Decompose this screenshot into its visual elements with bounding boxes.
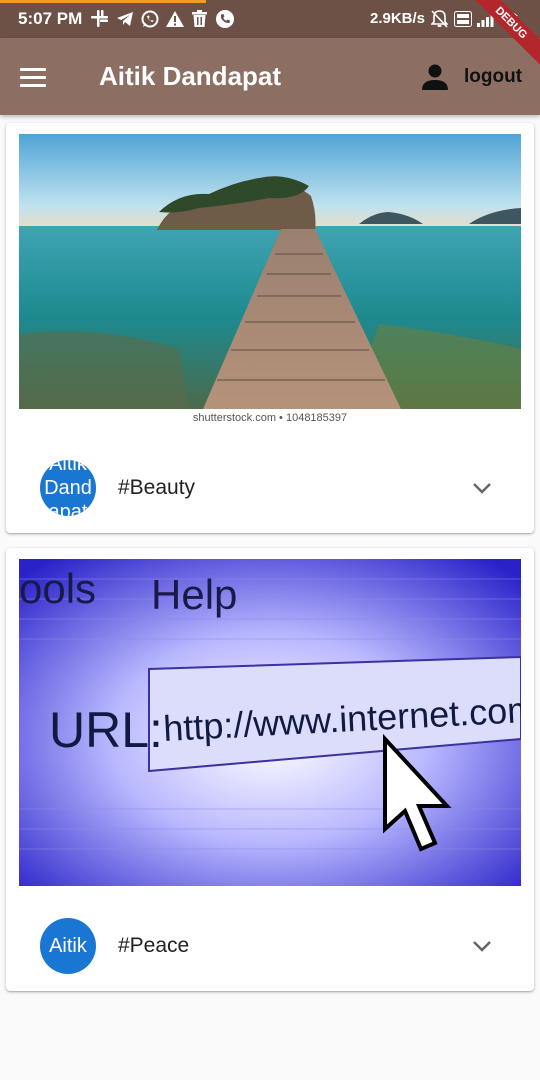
logout-button[interactable]: logout [420,60,522,94]
url-label-text: URL: [49,702,163,758]
status-bar: 5:07 PM 2.9KB/s [0,0,540,38]
post-photo [19,134,521,409]
app-bar: Aitik Dandapat logout [0,38,540,115]
network-speed: 2.9KB/s [370,10,426,27]
notification-icons [90,9,234,28]
post-footer: Aitik #Peace [6,916,534,976]
post-photo: ools Help URL: http://www.internet.com [19,559,521,886]
avatar[interactable]: Aitik Dandapat [40,460,96,516]
menu-icon [20,67,46,71]
app-title: Aitik Dandapat [99,61,282,91]
menu-tools-text: ools [19,565,96,612]
trash-icon [190,9,209,28]
post-hashtag: #Peace [118,934,190,957]
photo-caption: shutterstock.com • 1048185397 [192,412,348,424]
menu-button[interactable] [20,60,56,94]
slack-icon [90,9,109,28]
post-hashtag: #Beauty [118,476,196,499]
chevron-down-icon [473,941,491,952]
loading-progress [0,0,206,3]
menu-help-text: Help [151,571,237,618]
post-card: shutterstock.com • 1048185397 Aitik Dand… [6,123,534,533]
post-card: ools Help URL: http://www.internet.com A… [6,548,534,991]
chevron-down-icon [473,483,491,494]
bell-off-icon [430,9,449,28]
logout-label: logout [464,66,523,87]
warning-icon [165,9,184,28]
person-icon [422,64,448,90]
status-time: 5:07 PM [18,9,83,28]
post-footer: Aitik Dandapat #Beauty [6,458,534,518]
expand-button[interactable] [468,932,496,960]
whatsapp-icon [140,9,159,28]
telegram-icon [115,9,134,28]
phone-icon [215,9,234,28]
avatar[interactable]: Aitik [40,918,96,974]
expand-button[interactable] [468,474,496,502]
volte-icon [453,9,472,28]
